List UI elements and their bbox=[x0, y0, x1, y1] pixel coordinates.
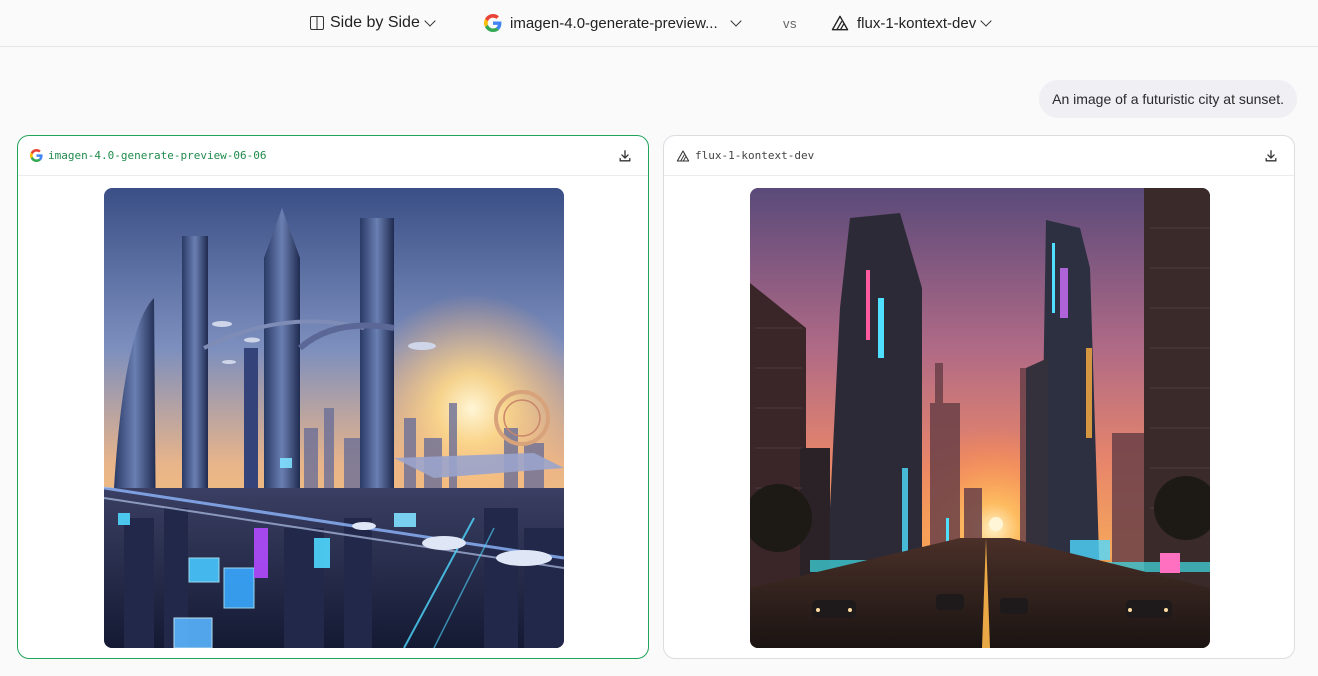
response-panel-a[interactable]: imagen-4.0-generate-preview-06-06 bbox=[17, 135, 649, 659]
panel-header: flux-1-kontext-dev bbox=[664, 136, 1294, 176]
generated-image[interactable] bbox=[104, 188, 564, 648]
model-a-selector[interactable]: imagen-4.0-generate-preview... bbox=[484, 0, 742, 46]
neon-street-image bbox=[750, 188, 1210, 648]
response-panel-b[interactable]: flux-1-kontext-dev bbox=[663, 135, 1295, 659]
generated-image[interactable] bbox=[750, 188, 1210, 648]
panel-model-name: flux-1-kontext-dev bbox=[695, 149, 815, 162]
user-prompt-bubble: An image of a futuristic city at sunset. bbox=[1039, 80, 1297, 118]
download-icon[interactable] bbox=[618, 149, 632, 163]
flux-triangle-icon bbox=[676, 149, 690, 162]
view-mode-selector[interactable]: Side by Side bbox=[310, 0, 436, 46]
google-logo-icon bbox=[30, 149, 43, 162]
google-logo-icon bbox=[484, 14, 502, 32]
chevron-down-icon bbox=[424, 15, 436, 27]
flux-triangle-icon bbox=[831, 15, 849, 31]
view-mode-label: Side by Side bbox=[330, 14, 420, 31]
versus-label: vs bbox=[783, 15, 797, 31]
model-b-name: flux-1-kontext-dev bbox=[857, 14, 977, 32]
split-view-icon bbox=[310, 16, 324, 30]
model-b-selector[interactable]: flux-1-kontext-dev bbox=[831, 0, 992, 46]
panel-header: imagen-4.0-generate-preview-06-06 bbox=[18, 136, 648, 176]
panel-model-name: imagen-4.0-generate-preview-06-06 bbox=[48, 149, 267, 162]
model-a-name: imagen-4.0-generate-preview... bbox=[510, 14, 718, 32]
download-icon[interactable] bbox=[1264, 149, 1278, 163]
comparison-toolbar: Side by Side imagen-4.0-generate-preview… bbox=[0, 0, 1318, 47]
futuristic-city-image bbox=[104, 188, 564, 648]
chevron-down-icon bbox=[980, 15, 992, 27]
chevron-down-icon bbox=[729, 15, 742, 27]
